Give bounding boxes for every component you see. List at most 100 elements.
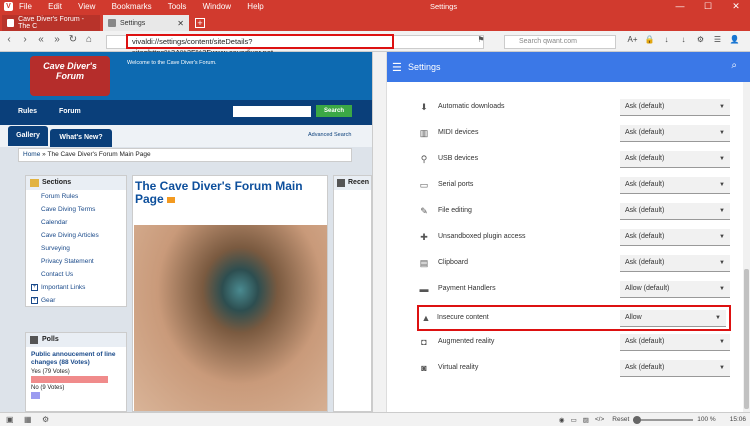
menu-bar: File Edit View Bookmarks Tools Window He… bbox=[19, 2, 278, 11]
breadcrumb-home-link[interactable]: Home bbox=[23, 151, 40, 158]
section-link[interactable]: Contact Us bbox=[26, 268, 126, 281]
advanced-search-link[interactable]: Advanced Search bbox=[308, 132, 351, 138]
tile-tabs-icon[interactable]: ▦ bbox=[24, 415, 42, 424]
close-tab-icon[interactable]: ✕ bbox=[177, 19, 184, 28]
camera-icon[interactable]: ◉ bbox=[559, 416, 565, 424]
vivaldi-logo-icon[interactable]: V bbox=[4, 2, 13, 11]
usb-icon: ⚲ bbox=[420, 154, 428, 164]
menu-view[interactable]: View bbox=[78, 2, 95, 11]
permission-select[interactable]: Ask (default) ▼ bbox=[620, 151, 730, 168]
gear-icon[interactable]: ⚙ bbox=[692, 35, 709, 44]
permission-value: Allow bbox=[625, 314, 642, 321]
permission-select[interactable]: Ask (default) ▼ bbox=[620, 125, 730, 142]
scrollbar[interactable] bbox=[743, 82, 750, 412]
forward-icon[interactable]: › bbox=[18, 34, 32, 45]
bookmark-icon[interactable]: ⚑ bbox=[474, 35, 488, 44]
breadcrumb-current: The Cave Diver's Forum Main Page bbox=[47, 151, 151, 158]
main-title: The Cave Diver's Forum Main Page bbox=[133, 176, 327, 206]
polls-box: Polls Public annoucement of line changes… bbox=[25, 332, 127, 412]
menu-icon[interactable]: ☰ bbox=[709, 35, 726, 44]
new-tab-button[interactable]: + bbox=[195, 18, 205, 28]
home-icon[interactable]: ⌂ bbox=[82, 34, 96, 45]
permission-select[interactable]: Ask (default) ▼ bbox=[620, 255, 730, 272]
reset-zoom-button[interactable]: Reset bbox=[612, 416, 629, 423]
site-search-button[interactable]: Search bbox=[316, 105, 352, 117]
fast-forward-icon[interactable]: » bbox=[50, 34, 64, 45]
search-icon[interactable]: ⌕ bbox=[731, 60, 737, 71]
window-title: Settings bbox=[430, 2, 458, 11]
chevron-down-icon: ▼ bbox=[719, 156, 725, 162]
gallery-tab[interactable]: Gallery bbox=[8, 126, 48, 146]
code-icon[interactable]: </> bbox=[595, 416, 604, 423]
permission-select[interactable]: Ask (default) ▼ bbox=[620, 334, 730, 351]
scrollbar-thumb[interactable] bbox=[744, 269, 749, 409]
search-input[interactable]: Search qwant.com bbox=[504, 35, 616, 49]
permission-select[interactable]: Ask (default) ▼ bbox=[620, 177, 730, 194]
poll-bar-no bbox=[31, 392, 40, 399]
section-link[interactable]: Cave Diving Articles bbox=[26, 229, 126, 242]
permission-select[interactable]: Ask (default) ▼ bbox=[620, 99, 730, 116]
zoom-slider-thumb[interactable] bbox=[633, 415, 642, 424]
settings-panel: ☰ Settings ⌕ ⬇ Automatic downloads Ask (de… bbox=[386, 52, 750, 412]
site-logo[interactable]: Cave Diver's Forum bbox=[30, 56, 110, 96]
permission-select[interactable]: Allow (default) ▼ bbox=[620, 281, 730, 298]
permission-value: Ask (default) bbox=[625, 364, 665, 371]
reload-icon[interactable]: ↻ bbox=[66, 34, 80, 45]
panel-divider[interactable] bbox=[372, 52, 386, 412]
close-window-button[interactable]: ✕ bbox=[722, 0, 750, 13]
site-search-input[interactable] bbox=[233, 106, 311, 117]
address-toolbar: ‹ › « » ↻ ⌂ vivaldi://settings/content/s… bbox=[0, 31, 750, 57]
nav-forum-link[interactable]: Forum bbox=[59, 108, 81, 115]
back-icon[interactable]: ‹ bbox=[2, 34, 16, 45]
clipboard-icon: ▤ bbox=[419, 258, 429, 268]
tab-settings[interactable]: Settings ✕ bbox=[103, 15, 189, 31]
main-title-text: The Cave Diver's Forum Main Page bbox=[135, 179, 303, 206]
cave-diver-photo[interactable] bbox=[134, 225, 327, 411]
zoom-icon[interactable]: A+ bbox=[624, 35, 641, 44]
site-navbar: Rules Forum Search bbox=[0, 100, 372, 125]
section-link[interactable]: Calendar bbox=[26, 216, 126, 229]
poll-question[interactable]: Public annoucement of line changes (88 V… bbox=[26, 347, 126, 367]
section-link[interactable]: Privacy Statement bbox=[26, 255, 126, 268]
permission-select[interactable]: Ask (default) ▼ bbox=[620, 360, 730, 377]
section-link[interactable]: Forum Rules bbox=[26, 190, 126, 203]
rss-icon[interactable] bbox=[166, 197, 175, 203]
menu-edit[interactable]: Edit bbox=[48, 2, 62, 11]
hamburger-menu-icon[interactable]: ☰ bbox=[392, 61, 402, 74]
menu-help[interactable]: Help bbox=[247, 2, 263, 11]
section-expand-gear[interactable]: + Gear bbox=[26, 294, 126, 307]
menu-tools[interactable]: Tools bbox=[168, 2, 187, 11]
whats-new-tab[interactable]: What's New? bbox=[50, 129, 112, 147]
tab-cave-divers-forum[interactable]: Cave Diver's Forum - The C bbox=[2, 15, 100, 31]
privacy-icon[interactable]: 🔒 bbox=[641, 35, 658, 44]
toolbar-icons: A+ 🔒 ↓ ↓ ⚙ ☰ 👤 bbox=[624, 35, 743, 44]
section-link[interactable]: Surveying bbox=[26, 242, 126, 255]
nav-rules-link[interactable]: Rules bbox=[18, 108, 37, 115]
profile-icon[interactable]: 👤 bbox=[726, 35, 743, 44]
section-link[interactable]: Cave Diving Terms bbox=[26, 203, 126, 216]
maximize-button[interactable]: ☐ bbox=[694, 0, 722, 13]
address-input[interactable]: vivaldi://settings/content/siteDetails?s… bbox=[126, 34, 394, 57]
tab-label: Cave Diver's Forum - The C bbox=[18, 16, 84, 30]
zoom-slider[interactable] bbox=[633, 415, 694, 424]
section-expand-important-links[interactable]: + Important Links bbox=[26, 281, 126, 294]
image-icon[interactable]: ▨ bbox=[583, 416, 589, 424]
permission-select[interactable]: Allow ▼ bbox=[620, 310, 726, 327]
permission-select[interactable]: Ask (default) ▼ bbox=[620, 203, 730, 220]
polls-title: Polls bbox=[42, 336, 59, 343]
breadcrumb-separator: » bbox=[42, 151, 46, 158]
setting-label: Automatic downloads bbox=[438, 103, 505, 110]
menu-bookmarks[interactable]: Bookmarks bbox=[112, 2, 152, 11]
rewind-icon[interactable]: « bbox=[34, 34, 48, 45]
downloads-icon[interactable]: ↓ bbox=[675, 35, 692, 44]
download-icon[interactable]: ↓ bbox=[658, 35, 675, 44]
plus-icon[interactable]: + bbox=[31, 284, 38, 291]
panel-toggle-icon[interactable]: ▣ bbox=[6, 415, 24, 424]
permission-select[interactable]: Ask (default) ▼ bbox=[620, 229, 730, 246]
menu-window[interactable]: Window bbox=[203, 2, 231, 11]
page-actions-icon[interactable]: ⚙ bbox=[42, 415, 60, 424]
minimize-button[interactable]: — bbox=[666, 0, 694, 13]
menu-file[interactable]: File bbox=[19, 2, 32, 11]
plus-icon[interactable]: + bbox=[31, 297, 38, 304]
window-icon[interactable]: ▭ bbox=[571, 416, 577, 424]
